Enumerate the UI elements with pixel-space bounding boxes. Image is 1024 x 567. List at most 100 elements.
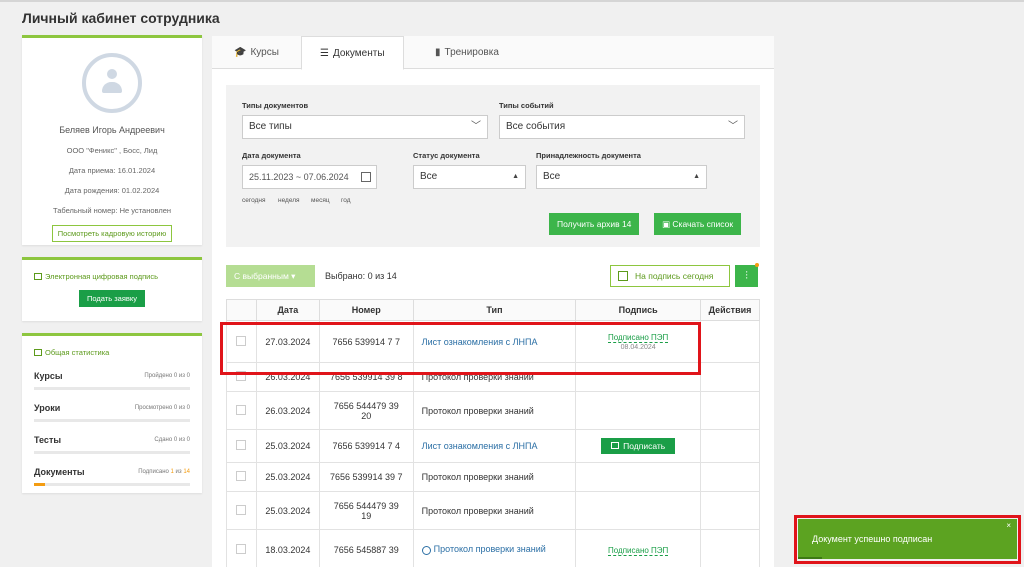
header-number[interactable]: Номер: [318, 299, 414, 321]
toast-timer-bar: [798, 557, 822, 559]
signed-status[interactable]: Подписано ПЭП: [608, 545, 669, 556]
cell-signature: Подписано ПЭП: [575, 529, 702, 567]
sign-today-button[interactable]: На подпись сегодня: [610, 265, 730, 287]
stat-row: Курсы Пройдено 0 из 0: [34, 365, 190, 397]
top-border: [0, 0, 1024, 2]
sign-button[interactable]: Подписать: [601, 438, 676, 454]
success-toast: Документ успешно подписан ×: [798, 519, 1017, 559]
cell-type: Протокол проверки знаний: [412, 491, 577, 530]
cell-signature: [575, 391, 702, 430]
event-types-label: Типы событий: [499, 101, 554, 110]
ownership-select[interactable]: Все ▲: [536, 165, 707, 189]
row-checkbox[interactable]: [236, 371, 247, 381]
cell-date: 26.03.2024: [255, 362, 320, 392]
row-checkbox[interactable]: [236, 404, 247, 415]
status-label: Статус документа: [413, 151, 480, 160]
graduation-cap-icon: 🎓: [234, 47, 247, 58]
stat-value: Сдано 0 из 0: [154, 437, 190, 443]
table-row[interactable]: 26.03.2024 7656 544479 39 20 Протокол пров…: [226, 391, 760, 430]
cell-type[interactable]: Лист ознакомления с ЛНПА: [412, 429, 577, 463]
people-icon: [421, 545, 431, 555]
row-checkbox[interactable]: [236, 543, 247, 554]
stats-title: Общая статистика: [45, 348, 110, 357]
cell-actions: [700, 320, 760, 363]
stat-value: Пройдено 0 из 0: [144, 373, 190, 379]
table-row[interactable]: 27.03.2024 7656 539914 7 7 Лист ознакомлен…: [226, 320, 760, 363]
sort-arrows-icon: ▲: [693, 173, 700, 180]
table-row[interactable]: 25.03.2024 7656 539914 7 4 Лист ознакомлен…: [226, 429, 760, 463]
row-checkbox[interactable]: [236, 504, 247, 515]
tab-training[interactable]: ▮ Тренировка: [417, 36, 517, 70]
cell-number: 7656 539914 39 8: [318, 362, 414, 392]
tab-courses[interactable]: 🎓 Курсы: [216, 36, 297, 70]
get-archive-button[interactable]: Получить архив 14: [549, 213, 640, 235]
stat-label: Уроки: [34, 403, 61, 413]
table-row[interactable]: 25.03.2024 7656 544479 39 19 Протокол пров…: [226, 491, 760, 530]
bulk-actions-button[interactable]: С выбранным ▾: [226, 265, 315, 287]
cell-signature: Подписано ПЭП 08.04.2024: [575, 320, 702, 363]
cell-type: Протокол проверки знаний: [412, 391, 577, 430]
table-row[interactable]: 18.03.2024 7656 545887 39 Протокол проверк…: [226, 529, 760, 567]
book-icon: ▮: [435, 47, 441, 58]
cell-type: Протокол проверки знаний: [412, 462, 577, 492]
tab-number: Табельный номер: Не установлен: [52, 206, 172, 215]
cell-number: 7656 544479 39 19: [318, 491, 414, 530]
cell-actions: [700, 391, 760, 430]
header-signature: Подпись: [575, 299, 702, 321]
cell-signature: [575, 362, 702, 392]
doc-types-select[interactable]: Все типы ﹀: [242, 115, 488, 139]
cell-type[interactable]: Протокол проверки знаний: [412, 529, 577, 567]
quick-range-week[interactable]: неделя: [278, 197, 300, 204]
table-row[interactable]: 26.03.2024 7656 539914 39 8 Протокол прове…: [226, 362, 760, 392]
cell-number: 7656 544479 39 20: [318, 391, 414, 430]
close-icon[interactable]: ×: [1006, 506, 1011, 546]
stat-label: Документы: [34, 467, 85, 477]
notification-dot: [755, 263, 759, 267]
cell-signature: Подписать: [575, 429, 702, 463]
signature-card: Электронная цифровая подпись Подать заяв…: [22, 257, 202, 321]
cell-number: 7656 545887 39: [318, 529, 414, 567]
event-types-select[interactable]: Все события ﹀: [499, 115, 745, 139]
signed-date: 08.04.2024: [620, 344, 656, 351]
stat-label: Тесты: [34, 435, 62, 445]
hire-date: Дата приема: 16.01.2024: [68, 166, 156, 175]
stat-value: Подписано 1 из 14: [138, 469, 190, 475]
ownership-label: Принадлежность документа: [536, 151, 641, 160]
pen-icon: [611, 442, 620, 449]
calendar-icon: [361, 172, 371, 182]
cell-type: Протокол проверки знаний: [412, 362, 577, 392]
quick-range-today[interactable]: сегодня: [242, 197, 265, 204]
header-type[interactable]: Тип: [412, 299, 577, 321]
header-date[interactable]: Дата: [255, 299, 320, 321]
stat-progress-bar: [34, 419, 190, 422]
cell-date: 25.03.2024: [255, 491, 320, 530]
doc-types-label: Типы документов: [242, 101, 309, 110]
cell-actions: [700, 529, 760, 567]
documents-table: Дата Номер Тип Подпись Действия 27.03.20…: [226, 299, 760, 567]
page-title: Личный кабинет сотрудника: [22, 10, 220, 26]
submit-request-button[interactable]: Подать заявку: [79, 290, 145, 307]
hr-history-button[interactable]: Посмотреть кадровую историю: [51, 225, 173, 242]
profile-card: Беляев Игорь Андреевич ООО "Феникс" , Бо…: [22, 35, 202, 245]
cell-actions: [700, 491, 760, 530]
tab-documents[interactable]: ☰ Документы: [301, 36, 404, 70]
stat-progress-bar: [34, 387, 190, 390]
cell-signature: [575, 491, 702, 530]
row-checkbox[interactable]: [236, 335, 247, 346]
table-row[interactable]: 25.03.2024 7656 539914 39 7 Протокол прове…: [226, 462, 760, 492]
status-select[interactable]: Все ▲: [413, 165, 526, 189]
calendar-check-icon: [618, 271, 628, 281]
column-settings-button[interactable]: ⫶: [735, 265, 758, 287]
download-list-button[interactable]: ▣ Скачать список: [654, 213, 742, 235]
row-checkbox[interactable]: [236, 440, 247, 450]
signature-icon: [34, 273, 42, 280]
cell-type[interactable]: Лист ознакомления с ЛНПА: [412, 320, 577, 363]
cell-actions: [700, 429, 760, 463]
doc-date-input[interactable]: 25.11.2023 ~ 07.06.2024: [242, 165, 377, 189]
cell-actions: [700, 362, 760, 392]
quick-range-year[interactable]: год: [341, 197, 351, 204]
signed-status[interactable]: Подписано ПЭП: [608, 333, 669, 343]
quick-range-month[interactable]: месяц: [311, 197, 330, 204]
tab-bar: 🎓 Курсы ☰ Документы ▮ Тренировка: [212, 36, 774, 70]
row-checkbox[interactable]: [236, 471, 247, 481]
